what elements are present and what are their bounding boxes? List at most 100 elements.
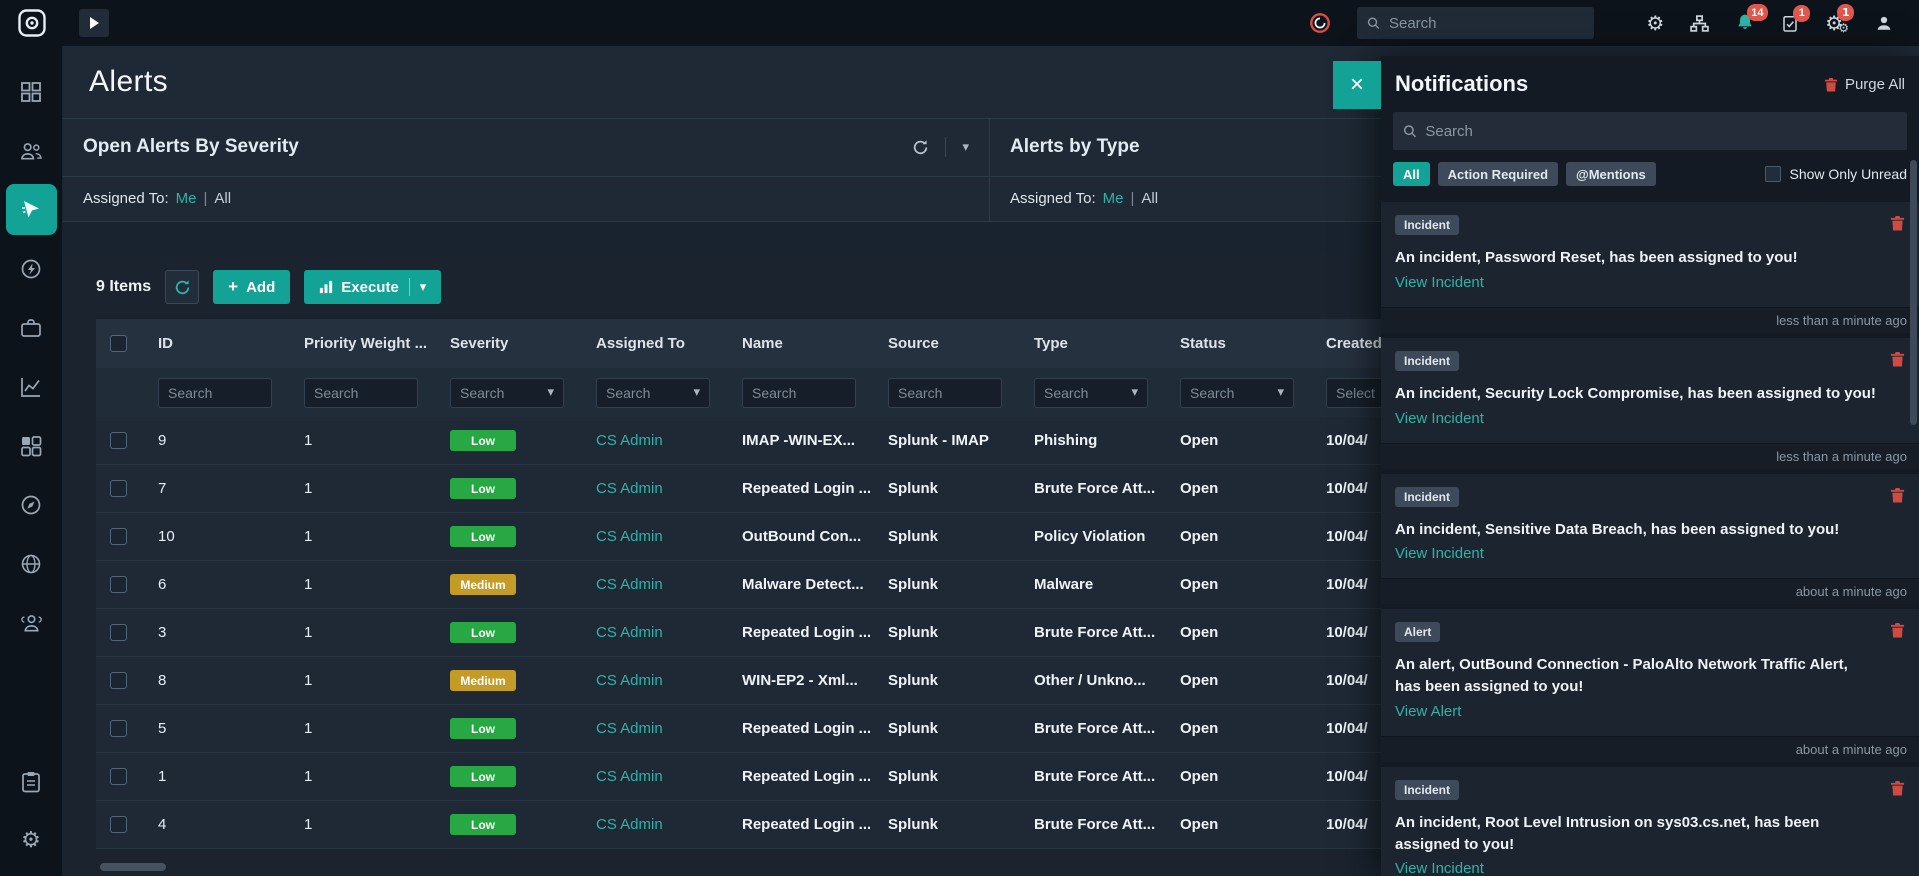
notification-view-link[interactable]: View Incident xyxy=(1395,274,1905,297)
notif-filter-action-required[interactable]: Action Required xyxy=(1437,162,1559,186)
table-row[interactable]: 5 1 Low CS Admin Repeated Login ... Splunk Bru… xyxy=(96,705,1454,753)
app-logo[interactable] xyxy=(0,8,63,38)
delete-notification-button[interactable] xyxy=(1890,351,1905,367)
global-search[interactable] xyxy=(1357,7,1595,39)
notification-view-link[interactable]: View Incident xyxy=(1395,545,1905,568)
column-filter-assigned-to[interactable]: Search ▾ xyxy=(596,377,710,408)
column-filter-type[interactable]: Search ▾ xyxy=(1034,377,1148,408)
cell-name: Repeated Login ... xyxy=(742,816,870,833)
sidebar-item-teams[interactable] xyxy=(6,125,57,176)
column-filter-status[interactable]: Search ▾ xyxy=(1180,377,1294,408)
sidebar-item-reports[interactable] xyxy=(6,756,57,807)
cell-assigned-to-link[interactable]: CS Admin xyxy=(578,768,724,785)
filter-cell-name: Search xyxy=(724,377,870,408)
sidebar-item-respond[interactable] xyxy=(5,184,57,235)
horizontal-scrollbar[interactable] xyxy=(100,863,166,871)
table-row[interactable]: 7 1 Low CS Admin Repeated Login ... Splunk Bru… xyxy=(96,465,1454,513)
cell-assigned-to-link[interactable]: CS Admin xyxy=(578,672,724,689)
column-header-priority-weight[interactable]: Priority Weight ... xyxy=(286,335,432,352)
assigned-me-link[interactable]: Me xyxy=(176,190,197,207)
org-chart-icon[interactable] xyxy=(1690,14,1710,32)
column-header-id[interactable]: ID xyxy=(140,335,286,352)
notifications-search-input[interactable] xyxy=(1425,122,1897,140)
column-filter-name[interactable]: Search xyxy=(742,377,856,408)
delete-notification-button[interactable] xyxy=(1890,622,1905,638)
column-header-status[interactable]: Status xyxy=(1162,335,1308,352)
row-checkbox[interactable] xyxy=(109,624,127,641)
table-row[interactable]: 9 1 Low CS Admin IMAP -WIN-EX... Splunk - IMA… xyxy=(96,417,1454,465)
sidebar-item-user-groups[interactable] xyxy=(6,597,57,648)
column-header-name[interactable]: Name xyxy=(724,335,870,352)
row-checkbox[interactable] xyxy=(109,768,127,785)
cell-assigned-to-link[interactable]: CS Admin xyxy=(578,432,724,449)
sidebar-item-dashboard[interactable] xyxy=(6,66,57,117)
column-filter-priority-weight[interactable]: Search xyxy=(304,377,418,408)
live-status-icon[interactable] xyxy=(1309,12,1331,34)
table-row[interactable]: 1 1 Low CS Admin Repeated Login ... Splunk Bru… xyxy=(96,753,1454,801)
sidebar-item-automation[interactable] xyxy=(6,243,57,294)
notifications-scrollbar[interactable] xyxy=(1910,160,1917,425)
cell-assigned-to-link[interactable]: CS Admin xyxy=(578,528,724,545)
cell-assigned-to-link[interactable]: CS Admin xyxy=(578,624,724,641)
purge-all-button[interactable]: Purge All xyxy=(1824,76,1905,93)
notif-filter-mentions[interactable]: @Mentions xyxy=(1566,162,1656,186)
assigned-all-link[interactable]: All xyxy=(214,190,231,207)
manage-gears-icon[interactable]: ⚙ ⚙ 1 xyxy=(1825,3,1855,34)
column-header-source[interactable]: Source xyxy=(870,335,1016,352)
delete-notification-button[interactable] xyxy=(1890,487,1905,503)
assigned-all-link[interactable]: All xyxy=(1141,190,1158,207)
show-only-unread-label: Show Only Unread xyxy=(1789,166,1907,182)
sidebar-item-cases[interactable] xyxy=(6,302,57,353)
table-refresh-button[interactable] xyxy=(165,270,200,304)
row-checkbox[interactable] xyxy=(109,576,127,593)
sidebar-item-playbooks[interactable] xyxy=(6,479,57,530)
user-profile-icon[interactable] xyxy=(1875,14,1893,32)
table-row[interactable]: 10 1 Low CS Admin OutBound Con... Splunk Polic… xyxy=(96,513,1454,561)
expand-menu-button[interactable] xyxy=(79,9,109,37)
cell-assigned-to-link[interactable]: CS Admin xyxy=(578,720,724,737)
add-button[interactable]: + Add xyxy=(213,270,291,304)
show-only-unread-checkbox[interactable] xyxy=(1765,166,1782,182)
close-notifications-button[interactable]: × xyxy=(1333,61,1381,109)
delete-notification-button[interactable] xyxy=(1890,780,1905,796)
notification-view-link[interactable]: View Alert xyxy=(1395,703,1905,726)
chevron-down-icon[interactable]: ▾ xyxy=(962,140,969,155)
sidebar-item-analytics[interactable] xyxy=(6,361,57,412)
sidebar-item-threat-intel[interactable] xyxy=(6,538,57,589)
tasks-icon[interactable]: 1 xyxy=(1781,4,1811,33)
row-checkbox[interactable] xyxy=(109,720,127,737)
sidebar-item-apps[interactable] xyxy=(6,420,57,471)
cell-id: 7 xyxy=(158,480,167,497)
cell-assigned-to-link[interactable]: CS Admin xyxy=(578,576,724,593)
row-checkbox[interactable] xyxy=(109,528,127,545)
notifications-search[interactable] xyxy=(1393,112,1907,150)
assigned-me-link[interactable]: Me xyxy=(1103,190,1124,207)
column-header-assigned-to[interactable]: Assigned To xyxy=(578,335,724,352)
row-checkbox[interactable] xyxy=(109,672,127,689)
global-search-input[interactable] xyxy=(1388,14,1585,32)
row-checkbox[interactable] xyxy=(109,816,127,833)
refresh-icon[interactable] xyxy=(912,139,929,156)
select-all-checkbox[interactable] xyxy=(109,335,127,352)
table-row[interactable]: 6 1 Medium CS Admin Malware Detect... Splunk M… xyxy=(96,561,1454,609)
table-row[interactable]: 4 1 Low CS Admin Repeated Login ... Splunk Bru… xyxy=(96,801,1454,849)
row-checkbox[interactable] xyxy=(109,480,127,497)
settings-gear-icon[interactable]: ⚙ xyxy=(1646,13,1664,33)
execute-button[interactable]: Execute ▾ xyxy=(304,270,442,304)
column-header-severity[interactable]: Severity xyxy=(432,335,578,352)
column-filter-severity[interactable]: Search ▾ xyxy=(450,377,564,408)
column-header-type[interactable]: Type xyxy=(1016,335,1162,352)
notif-filter-all[interactable]: All xyxy=(1393,162,1430,186)
column-filter-id[interactable]: Search xyxy=(158,377,272,408)
sidebar-item-settings[interactable]: ⚙ xyxy=(6,815,57,866)
column-filter-source[interactable]: Search xyxy=(888,377,1002,408)
delete-notification-button[interactable] xyxy=(1890,215,1905,231)
cell-assigned-to-link[interactable]: CS Admin xyxy=(578,816,724,833)
row-checkbox[interactable] xyxy=(109,432,127,449)
notification-view-link[interactable]: View Incident xyxy=(1395,410,1905,433)
table-row[interactable]: 3 1 Low CS Admin Repeated Login ... Splunk Bru… xyxy=(96,609,1454,657)
notifications-bell-icon[interactable]: 14 xyxy=(1735,4,1768,33)
table-row[interactable]: 8 1 Medium CS Admin WIN-EP2 - Xml... Splunk Ot… xyxy=(96,657,1454,705)
cell-assigned-to-link[interactable]: CS Admin xyxy=(578,480,724,497)
notification-view-link[interactable]: View Incident xyxy=(1395,860,1905,876)
